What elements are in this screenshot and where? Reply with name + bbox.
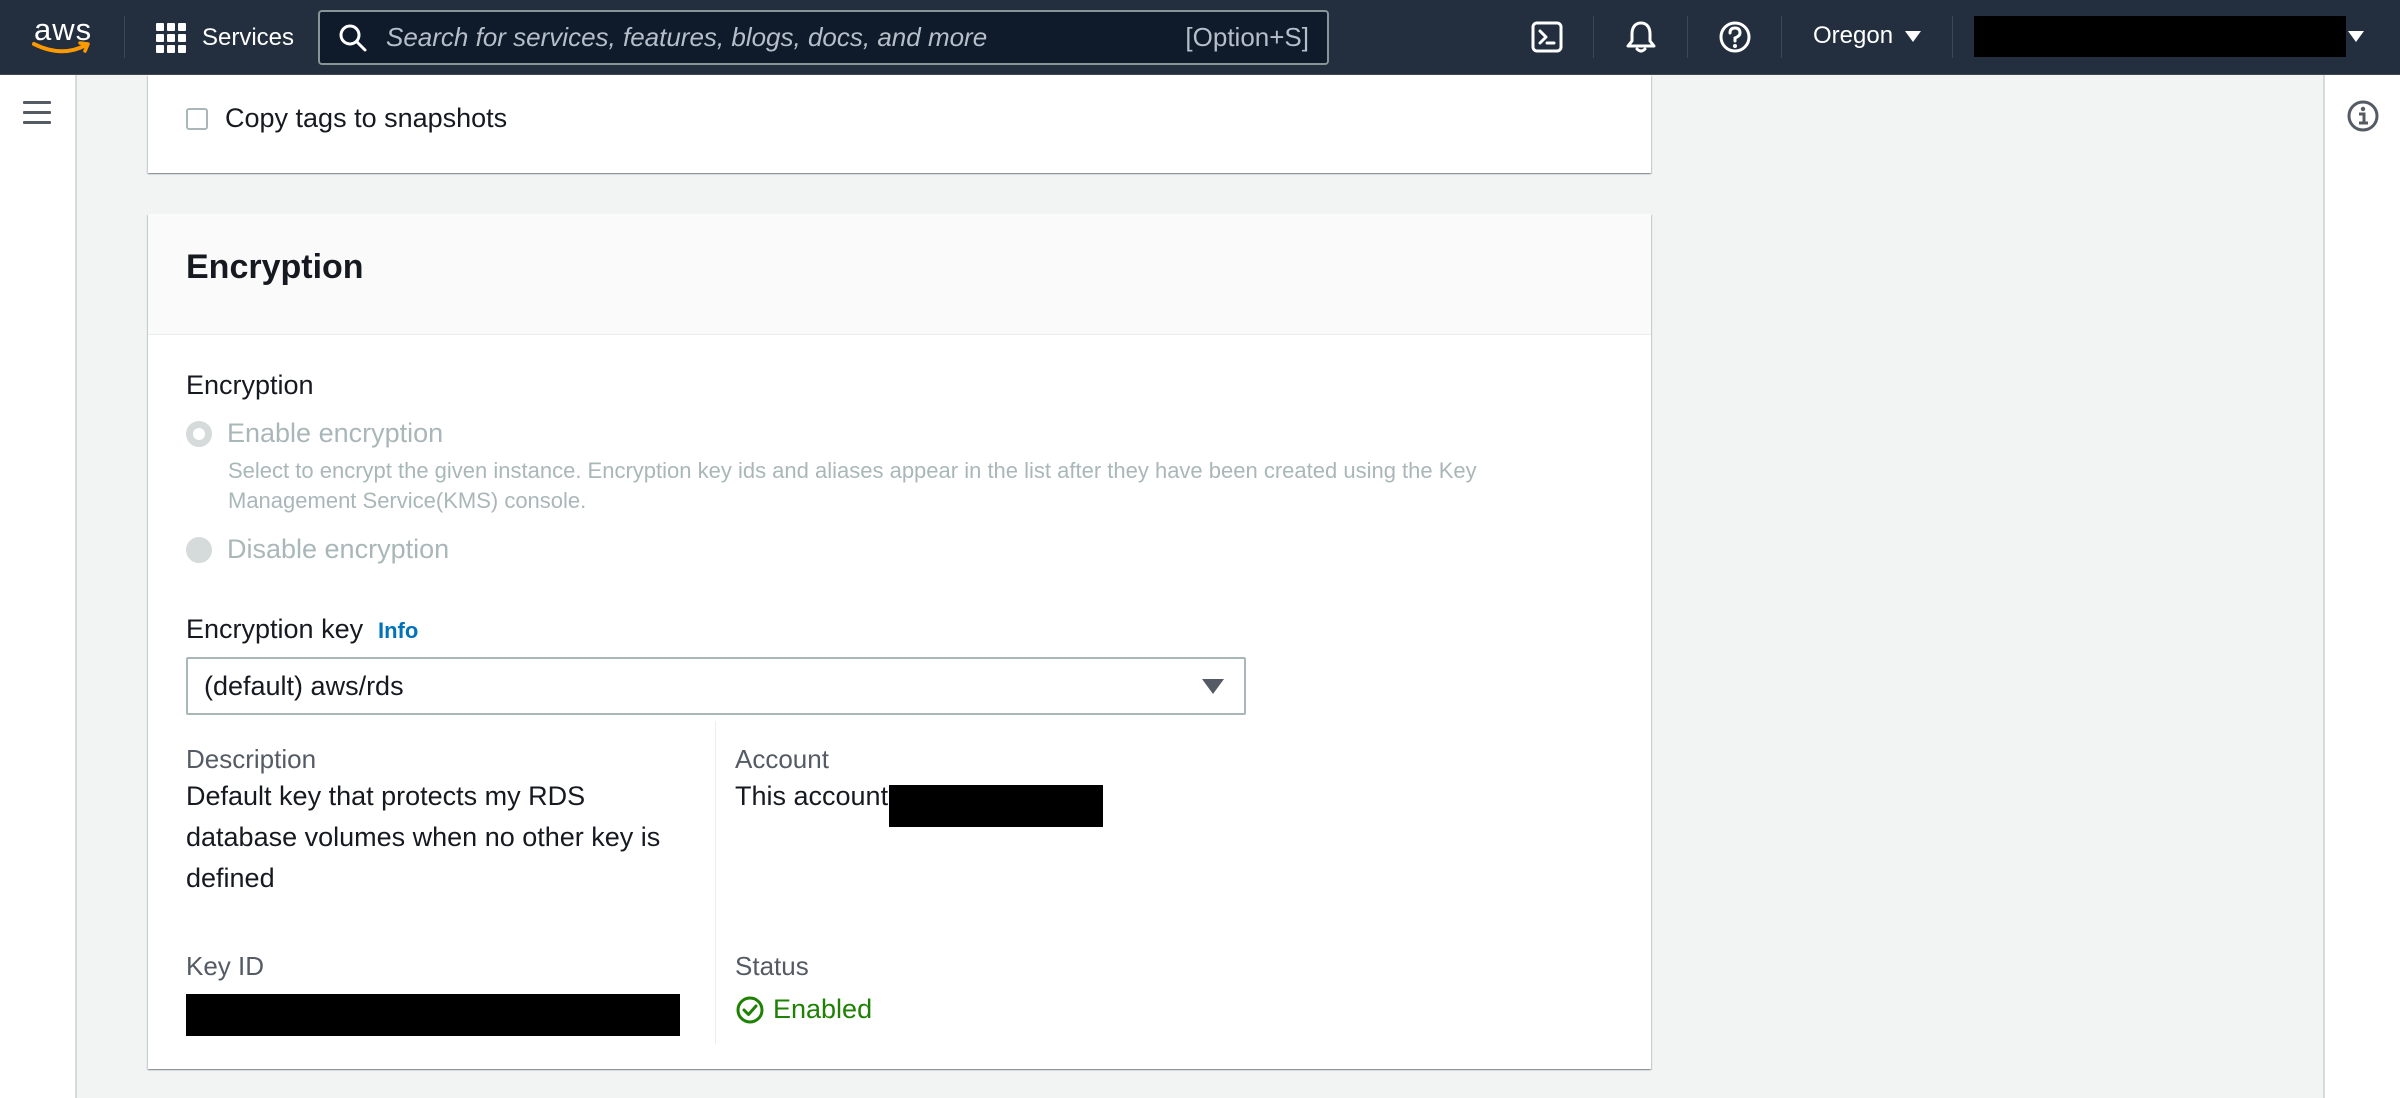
encryption-card-header: Encryption xyxy=(148,214,1651,335)
enable-encryption-label: Enable encryption xyxy=(227,418,444,448)
nav-divider xyxy=(1781,16,1782,58)
nav-divider xyxy=(1687,16,1688,58)
caret-down-icon xyxy=(1202,678,1224,694)
enable-encryption-radio-row[interactable]: Enable encryption xyxy=(186,418,443,449)
description-line: Select to encrypt the given instance. En… xyxy=(228,458,1477,483)
enable-encryption-radio[interactable] xyxy=(186,420,212,447)
caret-down-icon[interactable] xyxy=(2348,31,2364,42)
description-value-line: database volumes when no other key is xyxy=(186,822,661,852)
region-selector[interactable]: Oregon xyxy=(1813,22,1922,50)
nav-divider xyxy=(1593,16,1594,58)
disable-encryption-radio[interactable] xyxy=(186,536,212,563)
encryption-key-select[interactable]: (default) aws/rds xyxy=(186,657,1246,715)
description-key: Description xyxy=(186,744,317,774)
cloudshell-button[interactable] xyxy=(1528,18,1566,56)
notifications-button[interactable] xyxy=(1622,18,1660,56)
right-tools-rail xyxy=(2323,75,2400,1098)
left-navigation-rail xyxy=(0,75,77,1098)
bell-icon xyxy=(1626,21,1656,53)
description-value: Default key that protects my RDS databas… xyxy=(186,776,686,899)
description-value-line: Default key that protects my RDS xyxy=(186,781,586,811)
grid-icon xyxy=(156,23,186,53)
key-id-redacted xyxy=(186,994,680,1036)
nav-divider xyxy=(124,16,125,58)
check-circle-icon xyxy=(736,996,764,1023)
aws-logo[interactable]: aws xyxy=(30,12,96,56)
copy-tags-label: Copy tags to snapshots xyxy=(225,103,508,133)
status-key: Status xyxy=(735,951,809,981)
cloudshell-icon xyxy=(1531,21,1563,53)
help-button[interactable] xyxy=(1716,18,1754,56)
encryption-key-label: Encryption key xyxy=(186,614,364,644)
description-line: Management Service(KMS) console. xyxy=(228,488,587,513)
search-input[interactable] xyxy=(384,21,1186,54)
services-label: Services xyxy=(202,24,295,51)
section-title: Encryption xyxy=(186,248,364,286)
column-divider xyxy=(715,721,716,1044)
disable-encryption-radio-row[interactable]: Disable encryption xyxy=(186,534,449,565)
nav-divider xyxy=(1952,16,1953,58)
disable-encryption-label: Disable encryption xyxy=(227,534,450,564)
search-bar[interactable]: [Option+S] xyxy=(318,10,1329,65)
encryption-key-info-link[interactable]: Info xyxy=(378,618,418,644)
services-menu-button[interactable]: Services xyxy=(156,22,294,54)
search-icon xyxy=(339,24,367,51)
region-label: Oregon xyxy=(1813,22,1894,49)
enable-encryption-description: Select to encrypt the given instance. En… xyxy=(228,456,1568,516)
aws-smile-icon xyxy=(32,41,90,54)
key-id-key: Key ID xyxy=(186,951,265,981)
account-id-redacted xyxy=(889,785,1103,827)
encryption-field-label: Encryption xyxy=(186,370,314,400)
account-key: Account xyxy=(735,744,829,774)
additional-configuration-card: Copy tags to snapshots xyxy=(148,75,1651,173)
hamburger-menu-icon[interactable] xyxy=(23,101,51,125)
encryption-card: Encryption Encryption Enable encryption … xyxy=(148,214,1651,1069)
help-icon xyxy=(1719,21,1751,53)
account-menu-redacted[interactable] xyxy=(1974,16,2346,57)
description-value-line: defined xyxy=(186,863,275,893)
search-shortcut-hint: [Option+S] xyxy=(1185,22,1309,52)
status-value: Enabled xyxy=(773,994,873,1024)
copy-tags-checkbox-row[interactable]: Copy tags to snapshots xyxy=(186,103,507,134)
caret-down-icon xyxy=(1905,30,1922,42)
copy-tags-checkbox[interactable] xyxy=(186,107,208,130)
encryption-key-selected-value: (default) aws/rds xyxy=(204,670,404,701)
top-navigation-bar: aws Services [Option+S] xyxy=(0,0,2400,75)
account-value: This account xyxy=(735,781,889,811)
info-icon[interactable] xyxy=(2346,99,2380,133)
status-indicator: Enabled xyxy=(735,994,872,1025)
